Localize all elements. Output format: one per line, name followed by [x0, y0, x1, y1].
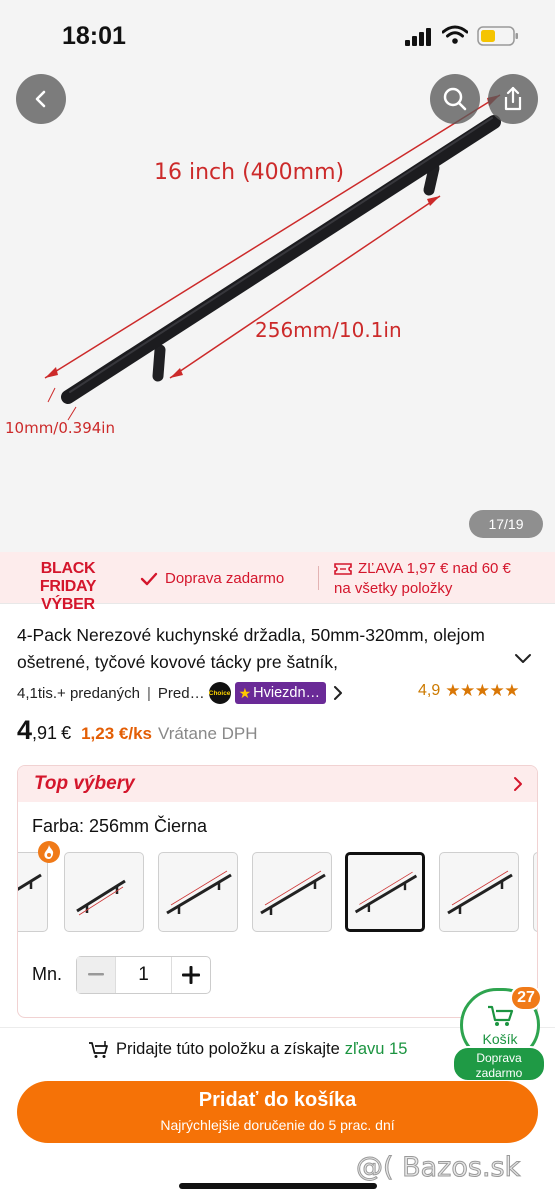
black-friday-banner[interactable]: BLACK FRIDAY VÝBER Doprava zadarmo ZĽAVA…: [0, 552, 555, 613]
variant-option[interactable]: [158, 852, 238, 932]
promo-divider: [318, 566, 319, 590]
price-cents: ,91: [32, 723, 58, 743]
variant-carousel[interactable]: [18, 852, 537, 934]
cart-label: Košík: [482, 1031, 518, 1047]
cellular-signal-icon: [405, 28, 431, 46]
wifi-icon: [442, 25, 468, 44]
status-time: 18:01: [62, 22, 126, 50]
bazos-watermark: @( Bazos.sk: [355, 1152, 521, 1184]
diameter-dimension-label: 10mm/0.394in: [5, 419, 115, 437]
variant-option-selected[interactable]: [345, 852, 425, 932]
product-title: 4-Pack Nerezové kuchynské držadla, 50mm-…: [17, 625, 485, 672]
black-friday-title-line2: VÝBER: [41, 596, 95, 613]
variant-thumbnail: [447, 870, 513, 915]
price-currency: €: [61, 723, 72, 743]
black-friday-title: BLACK FRIDAY VÝBER: [14, 560, 122, 614]
product-rating[interactable]: 4,9 ★★★★★: [418, 681, 519, 701]
top-picks-header[interactable]: Top výbery: [18, 766, 537, 802]
quantity-increase-button[interactable]: [172, 957, 210, 993]
checkmark-icon: [140, 572, 158, 585]
image-page-counter: 17/19: [469, 510, 543, 538]
black-friday-title-line1: BLACK FRIDAY: [39, 560, 97, 595]
rating-value: 4,9: [418, 682, 441, 699]
variant-thumbnail: [18, 873, 42, 891]
hole-spacing-dimension-label: 256mm/10.1in: [255, 318, 402, 342]
store-name: Pred…: [157, 684, 205, 702]
cart-plus-icon: [89, 1040, 108, 1058]
chevron-right-icon: [514, 777, 522, 791]
share-icon: [504, 86, 522, 111]
discount-info: ZĽAVA 1,97 € nad 60 € na všetky položky: [334, 559, 549, 599]
variant-option[interactable]: [252, 852, 332, 932]
chevron-left-icon: [35, 90, 46, 108]
variant-thumbnail: [354, 871, 418, 914]
home-indicator: [179, 1183, 377, 1189]
product-image-gallery[interactable]: 16 inch (400mm) 256mm/10.1in 10mm/0.394i…: [0, 0, 555, 552]
hot-deal-badge: [38, 841, 60, 863]
search-button[interactable]: [430, 74, 480, 124]
top-picks-title: Top výbery: [34, 773, 135, 794]
star-icon: ★: [238, 684, 252, 701]
top-picks-card: Top výbery Farba: 256mm Čierna Mn. 1: [17, 765, 538, 1018]
share-button[interactable]: [488, 74, 538, 124]
variant-thumbnail: [260, 870, 326, 915]
length-dimension-label: 16 inch (400mm): [154, 160, 345, 185]
quantity-label: Mn.: [32, 964, 63, 984]
chevron-right-icon: [334, 686, 343, 700]
sold-count: 4,1tis.+ predaných: [17, 684, 140, 702]
star-store-badge: ★ Hviezdn…: [234, 682, 327, 704]
variant-option[interactable]: [64, 852, 144, 932]
meta-separator: |: [147, 684, 151, 702]
add-to-cart-button[interactable]: Pridať do košíka Najrýchlejšie doručenie…: [17, 1081, 538, 1143]
variant-option[interactable]: [18, 852, 48, 932]
unit-price: 1,23 €/ks: [81, 724, 152, 743]
free-shipping-text: Doprava zadarmo: [165, 570, 285, 587]
quantity-decrease-button[interactable]: [77, 957, 115, 993]
discount-line2: na všetky položky: [334, 580, 453, 597]
cart-free-shipping-line2: zadarmo: [475, 1066, 523, 1080]
battery-icon: [477, 26, 518, 46]
cart-count-badge: 27: [510, 985, 542, 1011]
quantity-stepper[interactable]: 1: [76, 956, 211, 994]
coupon-icon: [334, 563, 352, 575]
minus-icon: [88, 973, 104, 976]
variant-option[interactable]: [439, 852, 519, 932]
variant-option[interactable]: [533, 852, 537, 932]
vat-note: Vrátane DPH: [157, 724, 258, 743]
variant-thumbnail: [76, 879, 126, 916]
delivery-note: Najrýchlejšie doručenie do 5 prac. dní: [160, 1117, 395, 1133]
star-store-badge-label: Hviezdn…: [253, 685, 321, 701]
plus-icon: [182, 966, 200, 984]
back-button[interactable]: [16, 74, 66, 124]
color-selection-label: Farba: 256mm Čierna: [32, 816, 208, 836]
rating-stars: ★★★★★: [445, 681, 519, 700]
cart-promo-highlight: zľavu 15: [344, 1040, 408, 1058]
search-icon: [443, 87, 467, 111]
cart-promo-row: Pridajte túto položku a získajte zľavu 1…: [88, 1040, 407, 1059]
cart-promo-text: Pridajte túto položku a získajte: [116, 1040, 340, 1058]
variant-thumbnail: [166, 870, 232, 915]
cart-free-shipping-line1: Doprava: [476, 1051, 522, 1065]
discount-line1: ZĽAVA 1,97 € nad 60 €: [358, 560, 511, 577]
quantity-value[interactable]: 1: [115, 957, 172, 993]
chevron-down-icon[interactable]: [513, 652, 533, 666]
choice-badge: Choice: [208, 682, 231, 704]
price-row: 4 ,91 € 1,23 €/ks Vrátane DPH: [17, 715, 258, 746]
cart-free-shipping-badge: Doprava zadarmo: [452, 1046, 546, 1082]
flame-icon: [44, 845, 54, 859]
add-to-cart-label: Pridať do košíka: [198, 1089, 357, 1111]
free-shipping-badge: Doprava zadarmo: [140, 570, 284, 587]
cart-icon: [488, 1005, 514, 1026]
price-whole: 4: [17, 715, 33, 745]
